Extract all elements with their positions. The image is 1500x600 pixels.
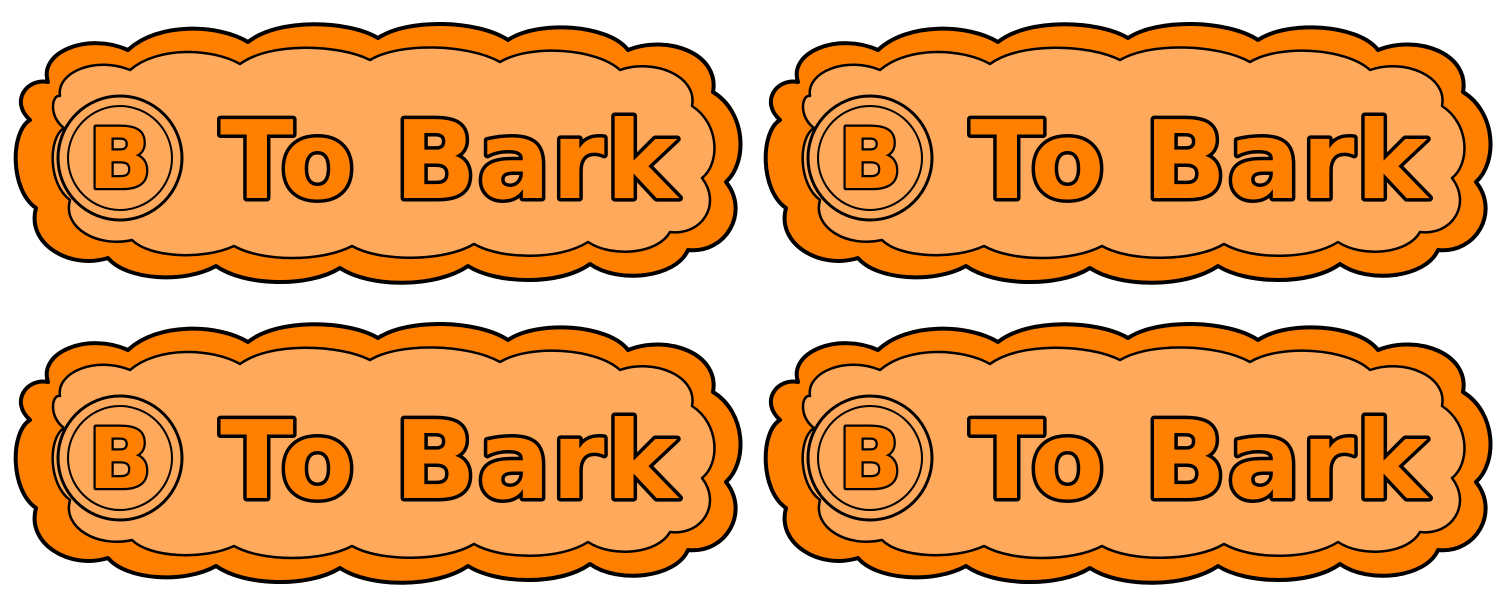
action-label: To Bark [970, 399, 1430, 524]
B-button-icon [58, 396, 182, 520]
B-button-icon [808, 96, 932, 220]
action-label: To Bark [220, 399, 680, 524]
B-button-icon [58, 96, 182, 220]
action-label: To Bark [220, 99, 680, 224]
bark-prompt-4: B To Bark [758, 312, 1498, 592]
bark-prompt-1: B To Bark [8, 12, 748, 292]
bark-prompt-3: B To Bark [8, 312, 748, 592]
B-button-icon [808, 396, 932, 520]
bark-prompt-2: B To Bark [758, 12, 1498, 292]
action-label: To Bark [970, 99, 1430, 224]
